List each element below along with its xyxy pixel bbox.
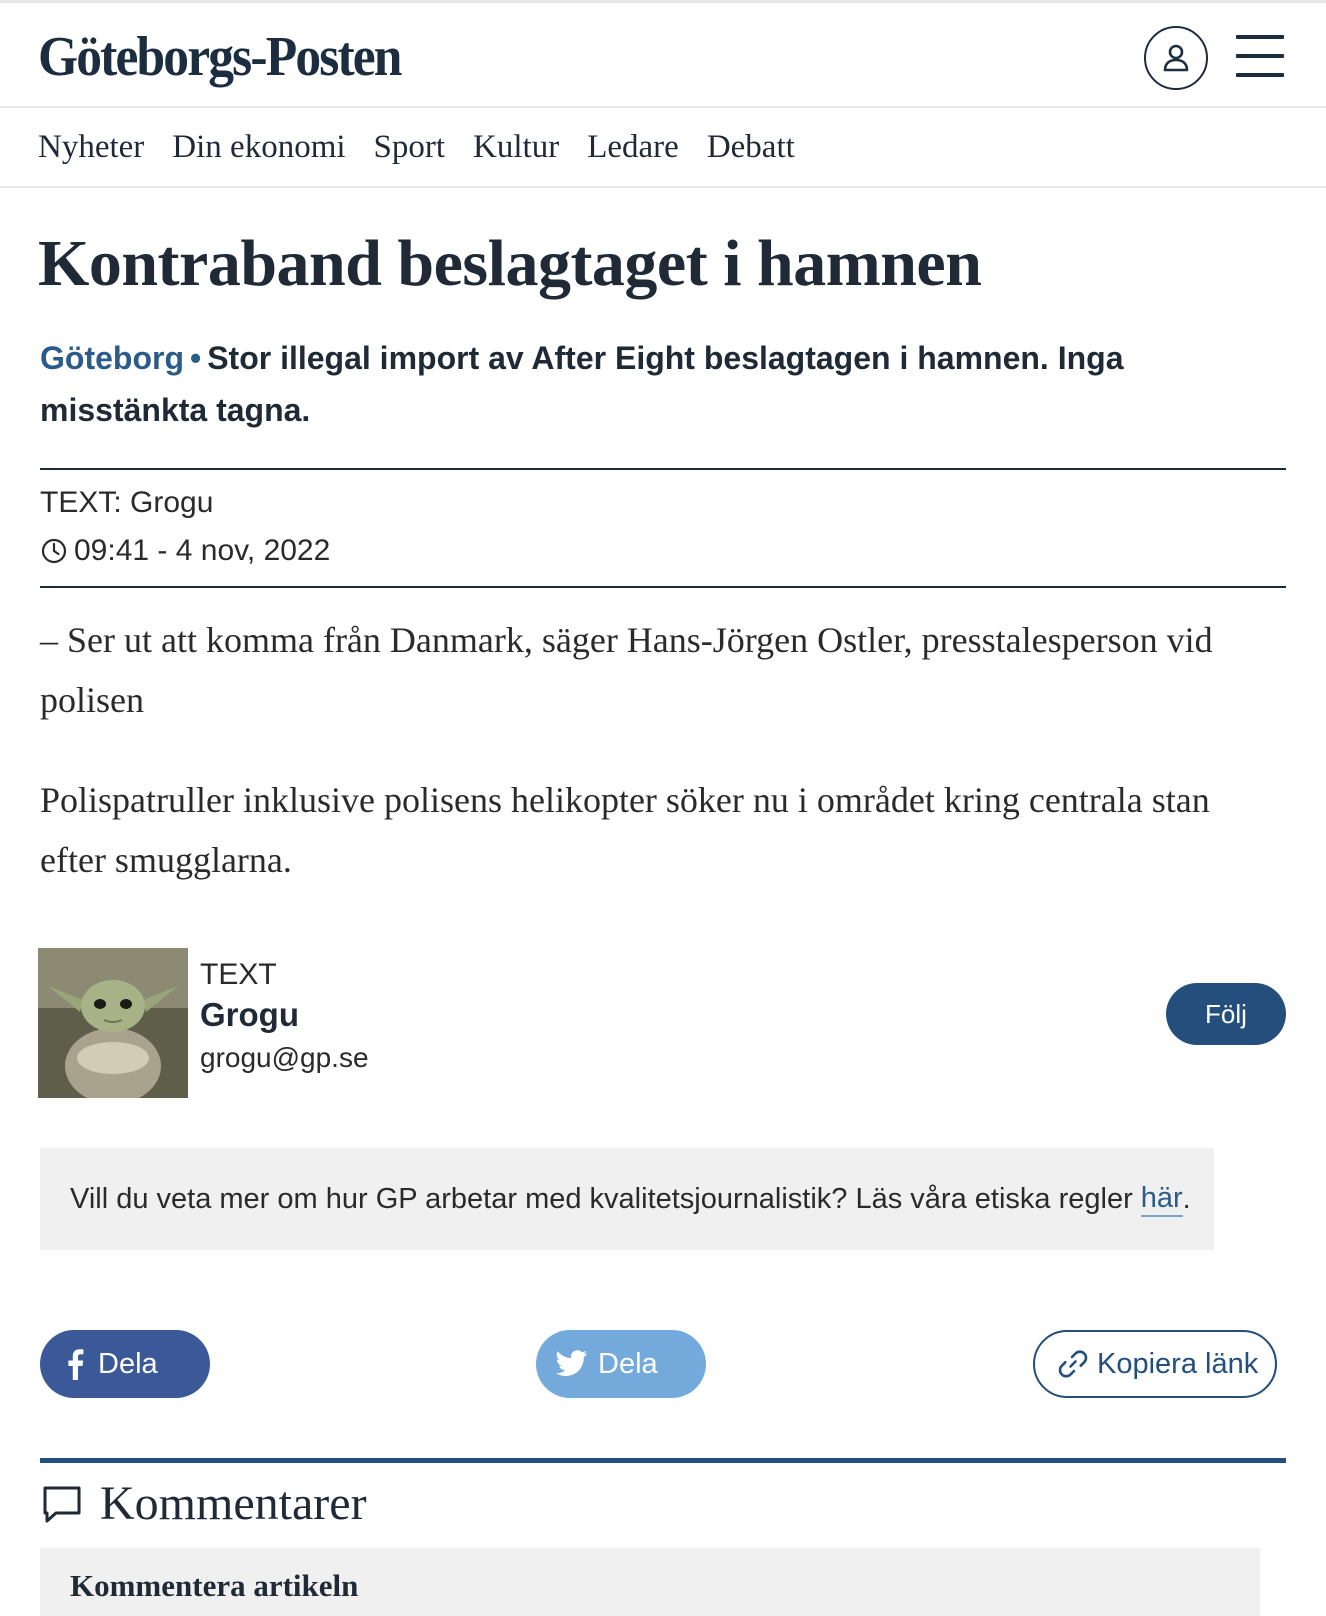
- comments-divider: [40, 1458, 1286, 1463]
- ethics-text: Vill du veta mer om hur GP arbetar med k…: [70, 1182, 1133, 1215]
- article-paragraph: Polispatruller inklusive polisens heliko…: [40, 780, 1210, 880]
- comment-input-label: Kommentera artikeln: [70, 1568, 359, 1603]
- comments-title: Kommentarer: [100, 1477, 367, 1530]
- facebook-icon: [68, 1349, 84, 1380]
- section-nav: Nyheter Din ekonomi Sport Kultur Ledare …: [0, 108, 1326, 188]
- comments-header: Kommentarer: [40, 1476, 367, 1531]
- nav-item-ledare[interactable]: Ledare: [587, 129, 679, 166]
- comment-icon: [43, 1486, 81, 1522]
- author-avatar: [38, 948, 188, 1098]
- published-timestamp: 09:41 - 4 nov, 2022: [74, 534, 331, 567]
- follow-button[interactable]: Följ: [1166, 983, 1286, 1045]
- user-icon: [1163, 44, 1189, 72]
- twitter-icon: [556, 1350, 587, 1376]
- copy-link-label: Kopiera länk: [1097, 1347, 1259, 1380]
- nav-item-nyheter[interactable]: Nyheter: [38, 129, 144, 166]
- site-header: Göteborgs-Posten: [0, 0, 1326, 108]
- share-twitter-button[interactable]: Dela: [536, 1330, 706, 1398]
- copy-link-button[interactable]: Kopiera länk: [1033, 1330, 1277, 1398]
- article-lead: Göteborg • Stor illegal import av After Ei…: [40, 332, 1230, 436]
- share-facebook-button[interactable]: Dela: [40, 1330, 210, 1398]
- article-headline: Kontraband beslagtaget i hamnen: [38, 227, 982, 300]
- ethics-link[interactable]: här: [1140, 1182, 1183, 1217]
- author-email[interactable]: grogu@gp.se: [200, 1042, 369, 1074]
- author-card: TEXT Grogu grogu@gp.se Följ: [38, 948, 1286, 1100]
- published-time-row: 09:41 - 4 nov, 2022: [40, 534, 330, 568]
- ethics-notice: Vill du veta mer om hur GP arbetar med k…: [40, 1148, 1214, 1250]
- clock-icon: [41, 538, 67, 564]
- nav-item-sport[interactable]: Sport: [374, 129, 446, 166]
- nav-item-kultur[interactable]: Kultur: [473, 129, 559, 166]
- article-byline: TEXT: Grogu: [40, 486, 214, 519]
- hamburger-menu-icon[interactable]: [1236, 35, 1284, 77]
- share-facebook-label: Dela: [98, 1347, 158, 1380]
- article-location[interactable]: Göteborg: [40, 340, 184, 376]
- author-name[interactable]: Grogu: [200, 996, 299, 1034]
- ethics-end: .: [1182, 1182, 1191, 1215]
- nav-item-debatt[interactable]: Debatt: [707, 129, 795, 166]
- site-logo[interactable]: Göteborgs-Posten: [38, 25, 402, 89]
- article-meta: TEXT: Grogu 09:41 - 4 nov, 2022: [40, 468, 1286, 588]
- article-paragraph: – Ser ut att komma från Danmark, säger H…: [40, 620, 1213, 720]
- article-lead-text: Stor illegal import av After Eight besla…: [40, 340, 1124, 428]
- location-separator: •: [189, 340, 202, 376]
- link-icon: [1058, 1350, 1088, 1378]
- comment-input-panel[interactable]: Kommentera artikeln: [40, 1548, 1260, 1616]
- share-twitter-label: Dela: [598, 1347, 658, 1380]
- user-account-button[interactable]: [1144, 26, 1208, 90]
- author-role: TEXT: [200, 958, 277, 991]
- nav-item-din-ekonomi[interactable]: Din ekonomi: [172, 129, 345, 166]
